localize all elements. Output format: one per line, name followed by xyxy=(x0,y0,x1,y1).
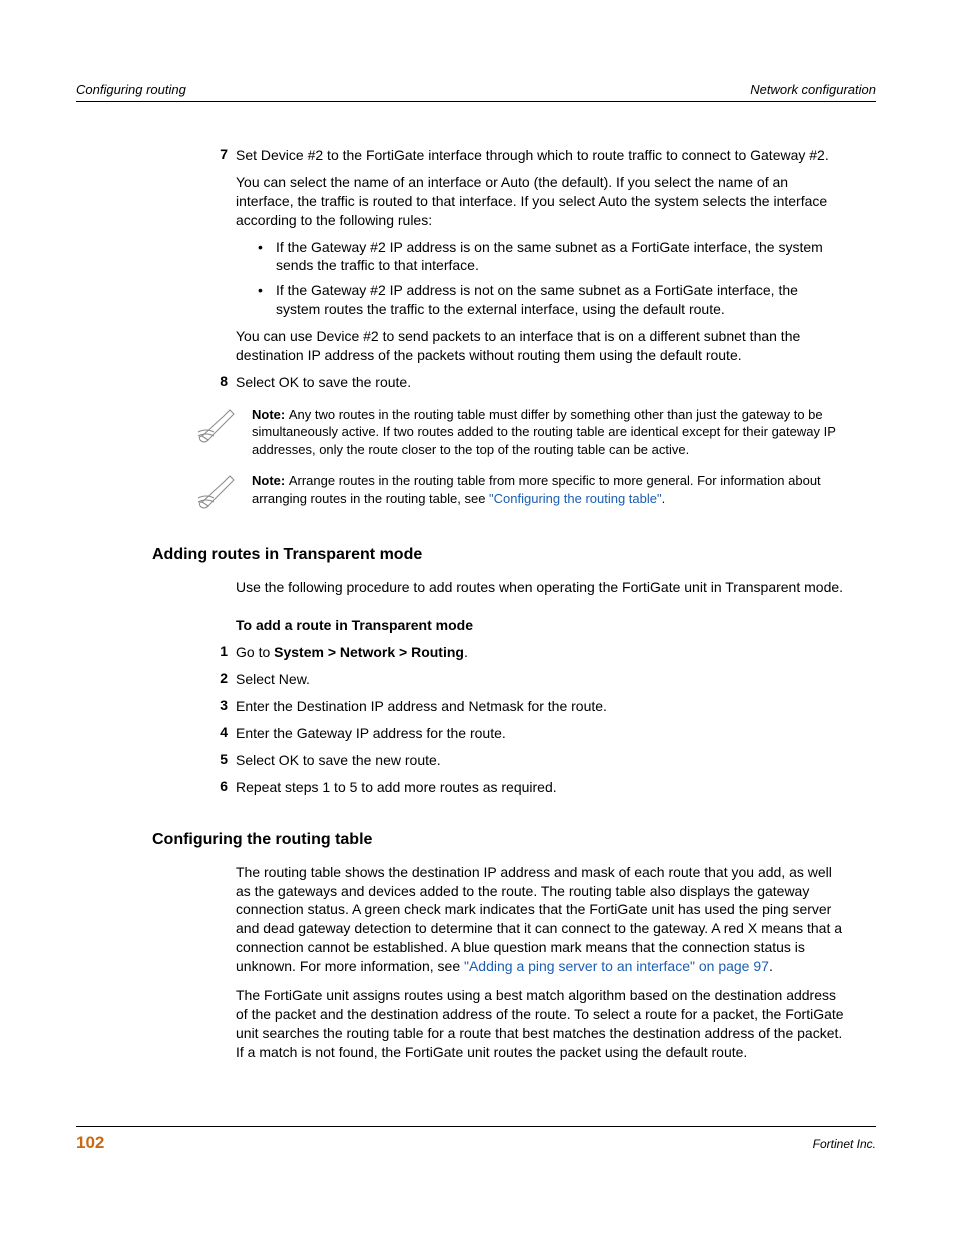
page-content: Configuring routing Network configuratio… xyxy=(76,82,876,1070)
header-right: Network configuration xyxy=(750,82,876,97)
bullet-item: If the Gateway #2 IP address is on the s… xyxy=(258,238,846,276)
step-7: 7 Set Device #2 to the FortiGate interfa… xyxy=(236,146,846,365)
menu-path: System > Network > Routing xyxy=(274,644,464,660)
text-fragment: Go to xyxy=(236,644,274,660)
note-body-after: . xyxy=(662,491,666,506)
note-icon xyxy=(194,472,238,512)
header-left: Configuring routing xyxy=(76,82,186,97)
step-text: You can select the name of an interface … xyxy=(236,173,846,230)
list-item: 6 Repeat steps 1 to 5 to add more routes… xyxy=(236,778,846,797)
list-item: 3 Enter the Destination IP address and N… xyxy=(236,697,846,716)
step-text: You can use Device #2 to send packets to… xyxy=(236,327,846,365)
note-label: Note: xyxy=(252,473,289,488)
step-text: Enter the Destination IP address and Net… xyxy=(236,697,846,716)
note-text: Note: Any two routes in the routing tabl… xyxy=(252,406,846,459)
step-text: Set Device #2 to the FortiGate interface… xyxy=(236,146,846,165)
step-text: Select OK to save the route. xyxy=(236,373,846,392)
note-block: Note: Any two routes in the routing tabl… xyxy=(194,406,846,459)
step-number: 6 xyxy=(200,778,228,794)
cross-ref-link[interactable]: "Adding a ping server to an interface" o… xyxy=(464,958,769,974)
step-text: Go to System > Network > Routing. xyxy=(236,643,846,662)
step-number: 2 xyxy=(200,670,228,686)
note-label: Note: xyxy=(252,407,289,422)
step-number: 5 xyxy=(200,751,228,767)
heading-configuring-routing-table: Configuring the routing table xyxy=(152,831,876,849)
footer-company: Fortinet Inc. xyxy=(813,1137,876,1151)
note-body: Any two routes in the routing table must… xyxy=(252,407,836,457)
step-text: Select New. xyxy=(236,670,846,689)
step-text: Repeat steps 1 to 5 to add more routes a… xyxy=(236,778,846,797)
page-number: 102 xyxy=(76,1133,104,1153)
running-header: Configuring routing Network configuratio… xyxy=(76,82,876,102)
step-number: 8 xyxy=(200,373,228,389)
paragraph: The routing table shows the destination … xyxy=(236,863,846,976)
list-item: 5 Select OK to save the new route. xyxy=(236,751,846,770)
list-item: 1 Go to System > Network > Routing. xyxy=(236,643,846,662)
note-link[interactable]: "Configuring the routing table" xyxy=(489,491,662,506)
bullet-list: If the Gateway #2 IP address is on the s… xyxy=(258,238,846,320)
section2-body: The routing table shows the destination … xyxy=(236,863,846,1062)
step-number: 7 xyxy=(200,146,228,162)
note-block: Note: Arrange routes in the routing tabl… xyxy=(194,472,846,512)
list-item: 2 Select New. xyxy=(236,670,846,689)
bullet-item: If the Gateway #2 IP address is not on t… xyxy=(258,281,846,319)
text-fragment: . xyxy=(464,644,468,660)
procedure-subhead: To add a route in Transparent mode xyxy=(236,617,846,633)
list-item: 4 Enter the Gateway IP address for the r… xyxy=(236,724,846,743)
paragraph: The FortiGate unit assigns routes using … xyxy=(236,986,846,1062)
intro-text: Use the following procedure to add route… xyxy=(236,578,846,597)
step-number: 4 xyxy=(200,724,228,740)
step-text: Select OK to save the new route. xyxy=(236,751,846,770)
heading-adding-routes: Adding routes in Transparent mode xyxy=(152,546,876,564)
section1-body: Use the following procedure to add route… xyxy=(236,578,846,796)
text-fragment: . xyxy=(769,958,773,974)
step-number: 3 xyxy=(200,697,228,713)
step-number: 1 xyxy=(200,643,228,659)
page-footer: 102 Fortinet Inc. xyxy=(76,1126,876,1153)
note-text: Note: Arrange routes in the routing tabl… xyxy=(252,472,846,507)
step-8: 8 Select OK to save the route. xyxy=(236,373,846,392)
note-icon xyxy=(194,406,238,446)
step-text: Enter the Gateway IP address for the rou… xyxy=(236,724,846,743)
